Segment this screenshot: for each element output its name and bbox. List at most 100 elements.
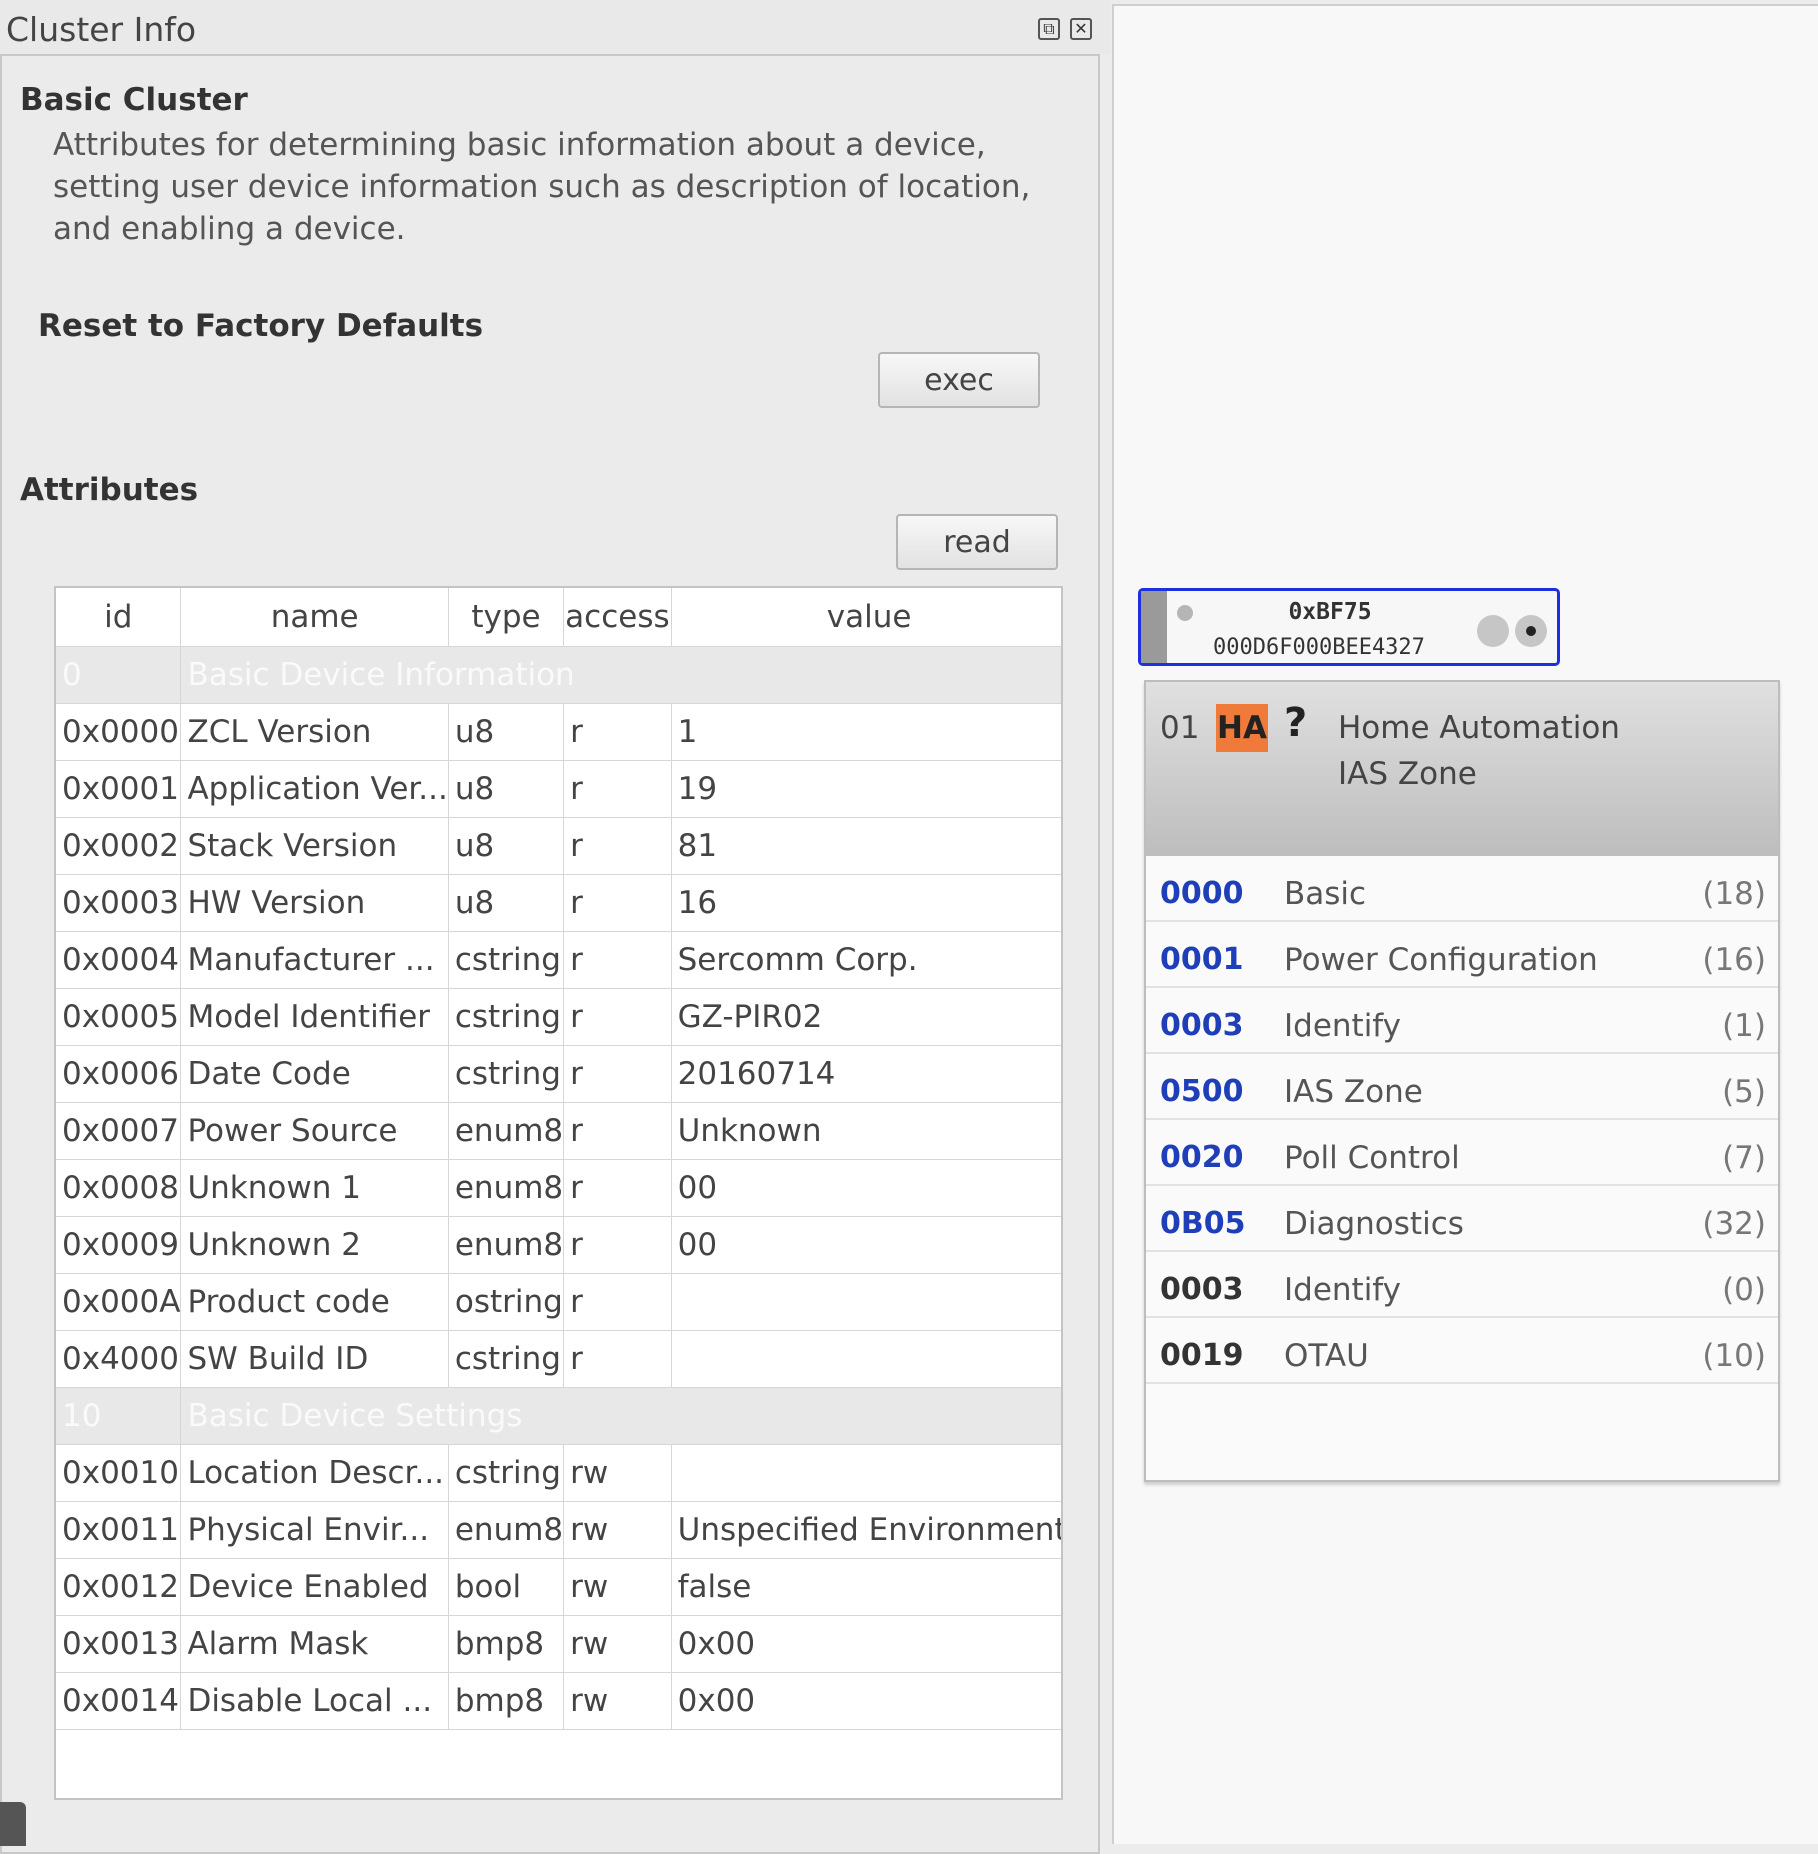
cluster-list-item[interactable]: 0003 Identify (1) xyxy=(1146,988,1778,1054)
cluster-list-item[interactable]: 0003 Identify (0) xyxy=(1146,1252,1778,1318)
cell-value xyxy=(671,1273,1061,1331)
cell-name: Physical Envir... xyxy=(180,1501,449,1559)
node-socket-icon[interactable] xyxy=(1477,615,1509,647)
cell-value: GZ-PIR02 xyxy=(671,988,1061,1046)
cell-value: 0x00 xyxy=(671,1672,1061,1730)
dock-title-bar[interactable]: Cluster Info ⧉ ✕ xyxy=(0,0,1110,54)
cluster-list-item[interactable]: 0500 IAS Zone (5) xyxy=(1146,1054,1778,1120)
table-group-row[interactable]: 10 Basic Device Settings xyxy=(56,1387,1061,1445)
cluster-attribute-count: (7) xyxy=(1722,1140,1766,1176)
cell-value: 16 xyxy=(671,874,1061,932)
table-row[interactable]: 0x0009 Unknown 2 enum8 r 00 xyxy=(56,1216,1061,1274)
cell-name: Alarm Mask xyxy=(180,1615,449,1673)
cell-type: bmp8 xyxy=(448,1672,565,1730)
table-group-row[interactable]: 0 Basic Device Information xyxy=(56,646,1061,704)
table-header-row: id name type access value xyxy=(56,588,1061,647)
table-row[interactable]: 0x0008 Unknown 1 enum8 r 00 xyxy=(56,1159,1061,1217)
cell-id: 0x000A xyxy=(56,1273,182,1331)
cluster-list-item[interactable]: 0000 Basic (18) xyxy=(1146,856,1778,922)
close-icon[interactable]: ✕ xyxy=(1070,18,1092,40)
read-button[interactable]: read xyxy=(896,514,1058,570)
endpoint-header[interactable]: 01 HA ? Home Automation IAS Zone xyxy=(1146,682,1778,856)
cluster-id: 0001 xyxy=(1160,942,1244,977)
table-row[interactable]: 0x0005 Model Identifier cstring r GZ-PIR02 xyxy=(56,988,1061,1046)
cell-value: 1 xyxy=(671,703,1061,761)
group-name: Basic Device Information xyxy=(180,646,1061,704)
cell-id: 0x0006 xyxy=(56,1045,182,1103)
node-ext-address: 000D6F000BEE4327 xyxy=(1213,635,1425,660)
cluster-id: 0500 xyxy=(1160,1074,1244,1109)
attributes-table-container[interactable]: id name type access value 0 Basic Device … xyxy=(54,586,1063,1800)
column-header-access[interactable]: access xyxy=(563,588,672,647)
table-row[interactable]: 0x0013 Alarm Mask bmp8 rw 0x00 xyxy=(56,1615,1061,1673)
cell-type: cstring xyxy=(448,1330,565,1388)
unknown-device-icon: ? xyxy=(1284,700,1308,746)
connector-center xyxy=(1526,626,1536,636)
cell-value: Unspecified Environment xyxy=(671,1501,1061,1559)
cluster-list-item[interactable]: 0020 Poll Control (7) xyxy=(1146,1120,1778,1186)
cluster-name: OTAU xyxy=(1284,1338,1369,1374)
table-row[interactable]: 0x0003 HW Version u8 r 16 xyxy=(56,874,1061,932)
cell-type: bmp8 xyxy=(448,1615,565,1673)
table-row[interactable]: 0x0011 Physical Envir... enum8 rw Unspecifie… xyxy=(56,1501,1061,1559)
cell-type: ostring xyxy=(448,1273,565,1331)
cell-name: Model Identifier xyxy=(180,988,449,1046)
cell-id: 0x0004 xyxy=(56,931,182,989)
cell-id: 0x0010 xyxy=(56,1444,182,1502)
cell-name: Disable Local ... xyxy=(180,1672,449,1730)
table-row[interactable]: 0x0006 Date Code cstring r 20160714 xyxy=(56,1045,1061,1103)
cluster-list-item[interactable]: 0019 OTAU (10) xyxy=(1146,1318,1778,1384)
exec-button[interactable]: exec xyxy=(878,352,1040,408)
table-row[interactable]: 0x0000 ZCL Version u8 r 1 xyxy=(56,703,1061,761)
table-row[interactable]: 0x0004 Manufacturer ... cstring r Sercomm Co… xyxy=(56,931,1061,989)
cell-value: false xyxy=(671,1558,1061,1616)
cell-id: 0x0005 xyxy=(56,988,182,1046)
column-header-type[interactable]: type xyxy=(448,588,565,647)
node-header[interactable]: 0xBF75 000D6F000BEE4327 xyxy=(1138,588,1560,666)
endpoint-device-type: IAS Zone xyxy=(1338,756,1477,792)
cell-access: rw xyxy=(563,1672,672,1730)
table-row[interactable]: 0x0012 Device Enabled bool rw false xyxy=(56,1558,1061,1616)
table-row[interactable]: 0x0007 Power Source enum8 r Unknown xyxy=(56,1102,1061,1160)
cell-access: r xyxy=(563,931,672,989)
column-header-value[interactable]: value xyxy=(671,588,1061,647)
table-row[interactable]: 0x4000 SW Build ID cstring r xyxy=(56,1330,1061,1388)
column-header-id[interactable]: id xyxy=(56,588,182,647)
cell-type: enum8 xyxy=(448,1159,565,1217)
table-row[interactable]: 0x0002 Stack Version u8 r 81 xyxy=(56,817,1061,875)
table-row[interactable]: 0x0014 Disable Local ... bmp8 rw 0x00 xyxy=(56,1672,1061,1730)
cell-access: r xyxy=(563,874,672,932)
table-row[interactable]: 0x000A Product code ostring r xyxy=(56,1273,1061,1331)
cluster-name: Power Configuration xyxy=(1284,942,1598,978)
cell-type: u8 xyxy=(448,874,565,932)
column-header-name[interactable]: name xyxy=(180,588,449,647)
cell-access: r xyxy=(563,988,672,1046)
cell-id: 0x0011 xyxy=(56,1501,182,1559)
cluster-attribute-count: (18) xyxy=(1702,876,1766,912)
cell-access: r xyxy=(563,1216,672,1274)
cell-type: bool xyxy=(448,1558,565,1616)
cell-name: Unknown 2 xyxy=(180,1216,449,1274)
cluster-name: Basic xyxy=(1284,876,1367,912)
cluster-heading: Basic Cluster xyxy=(20,82,248,118)
cell-name: SW Build ID xyxy=(180,1330,449,1388)
cluster-list-item[interactable]: 0B05 Diagnostics (32) xyxy=(1146,1186,1778,1252)
cell-access: r xyxy=(563,1330,672,1388)
float-icon[interactable]: ⧉ xyxy=(1038,18,1060,40)
table-row[interactable]: 0x0010 Location Descr... cstring rw xyxy=(56,1444,1061,1502)
cluster-attribute-count: (5) xyxy=(1722,1074,1766,1110)
cell-type: u8 xyxy=(448,703,565,761)
node-connector-icon[interactable] xyxy=(1515,615,1547,647)
cell-value: 81 xyxy=(671,817,1061,875)
cell-type: enum8 xyxy=(448,1102,565,1160)
cluster-attribute-count: (1) xyxy=(1722,1008,1766,1044)
endpoint-box: 01 HA ? Home Automation IAS Zone 0000 Bas… xyxy=(1144,680,1780,1482)
table-row[interactable]: 0x0001 Application Ver... u8 r 19 xyxy=(56,760,1061,818)
cell-access: r xyxy=(563,760,672,818)
cell-name: Manufacturer ... xyxy=(180,931,449,989)
cell-type: cstring xyxy=(448,1045,565,1103)
cell-access: r xyxy=(563,1045,672,1103)
cluster-list-item[interactable]: 0001 Power Configuration (16) xyxy=(1146,922,1778,988)
cell-name: Application Ver... xyxy=(180,760,449,818)
cluster-name: Identify xyxy=(1284,1272,1402,1308)
